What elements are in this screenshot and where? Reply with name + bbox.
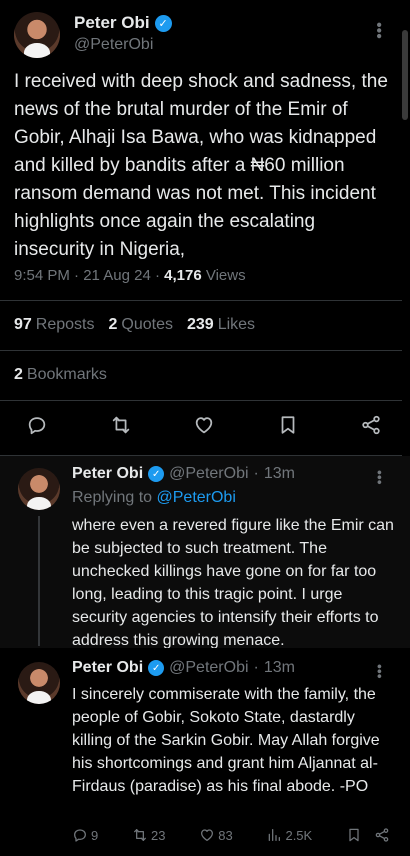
- divider: [0, 400, 402, 401]
- verified-badge-icon: ✓: [148, 466, 165, 482]
- author-handle[interactable]: @PeterObi: [169, 465, 248, 483]
- separator: ·: [253, 465, 259, 482]
- reply-action-bar: 9 23 83 2.5K: [72, 827, 390, 843]
- divider: [0, 300, 402, 301]
- like-count: 83: [218, 827, 233, 843]
- quotes-count: 2: [108, 316, 118, 333]
- more-options-icon[interactable]: •••: [372, 470, 388, 485]
- reply-tweet[interactable]: Peter Obi ✓ @PeterObi · 13m ••• I sincer…: [0, 648, 410, 856]
- bookmark-icon[interactable]: [346, 827, 362, 843]
- tweet-meta: 9:54 PM · 21 Aug 24 · 4,176 Views: [14, 267, 246, 284]
- reply-count: 9: [91, 827, 99, 843]
- time-ago[interactable]: 13m: [264, 465, 295, 483]
- bookmark-icon[interactable]: [277, 414, 299, 436]
- views-count: 4,176: [164, 267, 202, 284]
- avatar[interactable]: [14, 12, 60, 58]
- reply-icon[interactable]: [26, 414, 48, 436]
- avatar[interactable]: [18, 662, 60, 704]
- bookmarks-count: 2: [14, 366, 23, 383]
- repost-icon: [134, 829, 146, 841]
- main-tweet: Peter Obi ✓ @PeterObi ••• I received wit…: [0, 0, 402, 456]
- reposts-label: Reposts: [35, 316, 95, 333]
- scrollbar[interactable]: [402, 30, 408, 120]
- tweet-time[interactable]: 9:54 PM: [14, 267, 70, 284]
- more-options-icon[interactable]: •••: [370, 22, 387, 39]
- reply-text: I sincerely commiserate with the family,…: [72, 686, 380, 795]
- likes-stat[interactable]: 239 Likes: [187, 316, 255, 334]
- views-icon: [269, 829, 281, 841]
- tweet-text: I received with deep shock and sadness, …: [14, 71, 388, 260]
- more-options-icon[interactable]: •••: [372, 664, 388, 679]
- time-ago[interactable]: 13m: [264, 659, 295, 677]
- verified-badge-icon: ✓: [148, 660, 165, 676]
- separator: ·: [253, 659, 259, 676]
- reply-tweet[interactable]: Peter Obi ✓ @PeterObi · 13m ••• Replying…: [0, 456, 410, 649]
- author-row: Peter Obi ✓: [74, 13, 172, 33]
- replying-to: Replying to @PeterObi: [72, 489, 236, 507]
- replying-handle-link[interactable]: @PeterObi: [157, 489, 236, 506]
- bookmarks-label: Bookmarks: [26, 366, 107, 383]
- replying-prefix: Replying to: [72, 489, 153, 506]
- thread-connector: [38, 516, 40, 646]
- bookmarks-stat[interactable]: 2 Bookmarks: [14, 366, 107, 384]
- views-action[interactable]: 2.5K: [266, 827, 312, 843]
- reply-header: Peter Obi ✓ @PeterObi · 13m: [72, 465, 295, 483]
- repost-count: 23: [151, 827, 166, 843]
- author-name[interactable]: Peter Obi: [72, 465, 143, 483]
- tweet-date[interactable]: 21 Aug 24: [83, 267, 151, 284]
- avatar[interactable]: [18, 468, 60, 510]
- reply-text: where even a revered figure like the Emi…: [72, 517, 394, 649]
- repost-icon[interactable]: [110, 414, 132, 436]
- like-action[interactable]: 83: [199, 827, 233, 843]
- share-icon[interactable]: [360, 414, 382, 436]
- reposts-stat[interactable]: 97 Reposts: [14, 316, 95, 334]
- reply-action[interactable]: 9: [72, 827, 98, 843]
- likes-count: 239: [187, 316, 214, 333]
- divider: [0, 350, 402, 351]
- tweet-action-bar: [26, 414, 382, 436]
- views-label: Views: [205, 267, 246, 284]
- view-count: 2.5K: [285, 827, 313, 843]
- like-icon[interactable]: [193, 414, 215, 436]
- author-handle[interactable]: @PeterObi: [169, 659, 248, 677]
- reply-header: Peter Obi ✓ @PeterObi · 13m: [72, 659, 295, 677]
- author-name[interactable]: Peter Obi: [74, 13, 150, 33]
- repost-action[interactable]: 23: [132, 827, 165, 843]
- quotes-stat[interactable]: 2 Quotes: [109, 316, 174, 334]
- author-handle[interactable]: @PeterObi: [74, 36, 153, 54]
- reply-icon: [74, 829, 86, 842]
- likes-label: Likes: [217, 316, 256, 333]
- quotes-label: Quotes: [121, 316, 173, 333]
- author-name[interactable]: Peter Obi: [72, 659, 143, 677]
- share-icon[interactable]: [374, 827, 390, 843]
- like-icon: [201, 829, 214, 841]
- reposts-count: 97: [14, 316, 32, 333]
- engagement-stats: 97 Reposts 2 Quotes 239 Likes: [14, 316, 255, 334]
- verified-badge-icon: ✓: [154, 14, 172, 32]
